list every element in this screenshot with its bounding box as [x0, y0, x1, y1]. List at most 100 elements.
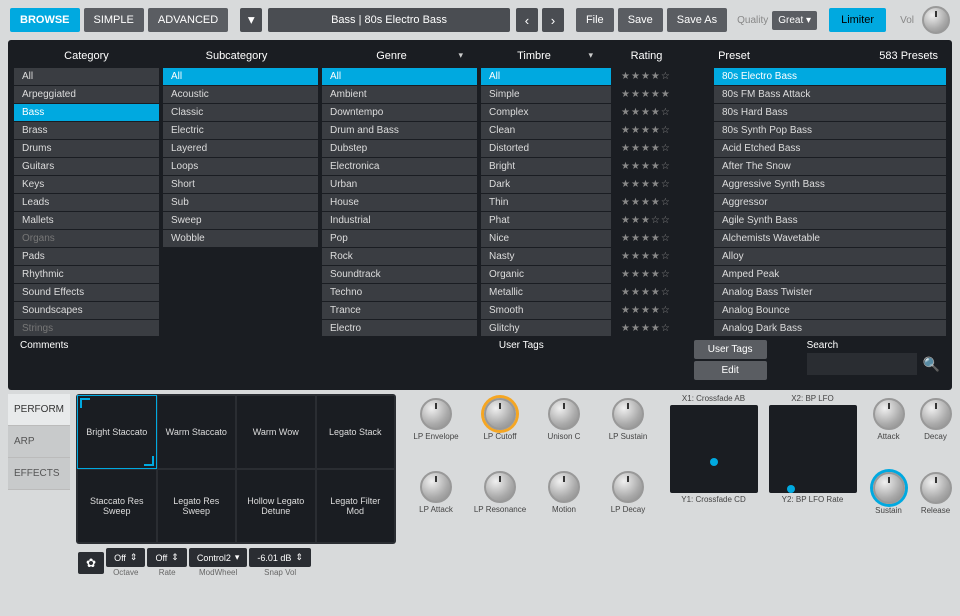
- list-item[interactable]: Thin: [481, 194, 611, 211]
- list-item[interactable]: Strings: [14, 320, 159, 336]
- list-item[interactable]: Soundtrack: [322, 266, 477, 283]
- list-item[interactable]: Organic: [481, 266, 611, 283]
- effects-tab[interactable]: EFFECTS: [8, 458, 70, 490]
- modwheel-select[interactable]: Control2 ▾: [189, 548, 248, 567]
- list-item[interactable]: Amped Peak: [714, 266, 946, 283]
- list-item[interactable]: Short: [163, 176, 318, 193]
- quality-select[interactable]: Great ▾: [772, 11, 817, 30]
- list-item[interactable]: Layered: [163, 140, 318, 157]
- list-item[interactable]: All: [322, 68, 477, 85]
- list-item[interactable]: Sound Effects: [14, 284, 159, 301]
- rating-row[interactable]: ★★★☆☆: [615, 212, 710, 229]
- macro-knob[interactable]: [484, 471, 516, 503]
- list-item[interactable]: Drums: [14, 140, 159, 157]
- subcategory-list[interactable]: AllAcousticClassicElectricLayeredLoopsSh…: [163, 68, 318, 336]
- list-item[interactable]: All: [481, 68, 611, 85]
- list-item[interactable]: Soundscapes: [14, 302, 159, 319]
- list-item[interactable]: Urban: [322, 176, 477, 193]
- list-item[interactable]: Classic: [163, 104, 318, 121]
- list-item[interactable]: Ambient: [322, 86, 477, 103]
- list-item[interactable]: Wobble: [163, 230, 318, 247]
- env-knob[interactable]: [920, 398, 952, 430]
- rating-row[interactable]: ★★★★☆: [615, 104, 710, 121]
- rating-row[interactable]: ★★★★★: [615, 86, 710, 103]
- perform-tab[interactable]: PERFORM: [8, 394, 70, 426]
- list-item[interactable]: Phat: [481, 212, 611, 229]
- genre-list[interactable]: AllAmbientDowntempoDrum and BassDubstepE…: [322, 68, 477, 336]
- performance-pad[interactable]: Legato Stack: [317, 396, 395, 468]
- performance-pad[interactable]: Legato Res Sweep: [158, 470, 236, 542]
- list-item[interactable]: Electronica: [322, 158, 477, 175]
- rating-row[interactable]: ★★★★☆: [615, 248, 710, 265]
- category-list[interactable]: AllArpeggiatedBassBrassDrumsGuitarsKeysL…: [14, 68, 159, 336]
- simple-tab[interactable]: SIMPLE: [84, 8, 144, 32]
- macro-knob[interactable]: [420, 471, 452, 503]
- env-knob[interactable]: [873, 472, 905, 504]
- rating-row[interactable]: ★★★★☆: [615, 140, 710, 157]
- rating-row[interactable]: ★★★★☆: [615, 176, 710, 193]
- advanced-tab[interactable]: ADVANCED: [148, 8, 228, 32]
- env-knob[interactable]: [920, 472, 952, 504]
- list-item[interactable]: Electro: [322, 320, 477, 336]
- list-item[interactable]: All: [14, 68, 159, 85]
- genre-header[interactable]: Genre: [314, 46, 469, 68]
- edit-button[interactable]: Edit: [694, 361, 767, 380]
- list-item[interactable]: Keys: [14, 176, 159, 193]
- performance-pad[interactable]: Hollow Legato Detune: [237, 470, 315, 542]
- rating-row[interactable]: ★★★★☆: [615, 68, 710, 85]
- browse-tab[interactable]: BROWSE: [10, 8, 80, 32]
- list-item[interactable]: 80s Hard Bass: [714, 104, 946, 121]
- list-item[interactable]: 80s Electro Bass: [714, 68, 946, 85]
- list-item[interactable]: Bass: [14, 104, 159, 121]
- list-item[interactable]: Downtempo: [322, 104, 477, 121]
- next-preset-button[interactable]: ›: [542, 8, 564, 32]
- octave-select[interactable]: Off ⇕: [106, 548, 145, 567]
- rating-row[interactable]: ★★★★☆: [615, 122, 710, 139]
- file-button[interactable]: File: [576, 8, 614, 32]
- macro-knob[interactable]: [484, 398, 516, 430]
- performance-pad[interactable]: Warm Wow: [237, 396, 315, 468]
- list-item[interactable]: Smooth: [481, 302, 611, 319]
- list-item[interactable]: Aggressive Synth Bass: [714, 176, 946, 193]
- rating-row[interactable]: ★★★★☆: [615, 302, 710, 319]
- rating-row[interactable]: ★★★★☆: [615, 194, 710, 211]
- timbre-list[interactable]: AllSimpleComplexCleanDistortedBrightDark…: [481, 68, 611, 336]
- list-item[interactable]: Metallic: [481, 284, 611, 301]
- list-item[interactable]: Trance: [322, 302, 477, 319]
- rating-row[interactable]: ★★★★☆: [615, 158, 710, 175]
- macro-knob[interactable]: [548, 471, 580, 503]
- list-item[interactable]: Sub: [163, 194, 318, 211]
- list-item[interactable]: Analog Bounce: [714, 302, 946, 319]
- list-item[interactable]: Complex: [481, 104, 611, 121]
- list-item[interactable]: Nasty: [481, 248, 611, 265]
- performance-pad[interactable]: Staccato Res Sweep: [78, 470, 156, 542]
- list-item[interactable]: Guitars: [14, 158, 159, 175]
- settings-gear-button[interactable]: ✿: [78, 552, 104, 574]
- list-item[interactable]: Techno: [322, 284, 477, 301]
- preset-menu-dropdown[interactable]: ▾: [240, 8, 262, 32]
- list-item[interactable]: Nice: [481, 230, 611, 247]
- rating-list[interactable]: ★★★★☆★★★★★★★★★☆★★★★☆★★★★☆★★★★☆★★★★☆★★★★☆…: [615, 68, 710, 336]
- list-item[interactable]: Alloy: [714, 248, 946, 265]
- list-item[interactable]: After The Snow: [714, 158, 946, 175]
- preset-list[interactable]: 80s Electro Bass80s FM Bass Attack80s Ha…: [714, 68, 946, 336]
- list-item[interactable]: Distorted: [481, 140, 611, 157]
- list-item[interactable]: Analog Dark Bass: [714, 320, 946, 336]
- list-item[interactable]: Pop: [322, 230, 477, 247]
- list-item[interactable]: Leads: [14, 194, 159, 211]
- list-item[interactable]: Loops: [163, 158, 318, 175]
- performance-pad[interactable]: Bright Staccato: [78, 396, 156, 468]
- save-as-button[interactable]: Save As: [667, 8, 727, 32]
- macro-knob[interactable]: [612, 471, 644, 503]
- list-item[interactable]: Arpeggiated: [14, 86, 159, 103]
- rating-row[interactable]: ★★★★☆: [615, 230, 710, 247]
- list-item[interactable]: Rhythmic: [14, 266, 159, 283]
- list-item[interactable]: Clean: [481, 122, 611, 139]
- timbre-header[interactable]: Timbre: [469, 46, 599, 68]
- list-item[interactable]: Agile Synth Bass: [714, 212, 946, 229]
- list-item[interactable]: Acid Etched Bass: [714, 140, 946, 157]
- list-item[interactable]: Analog Bass Twister: [714, 284, 946, 301]
- list-item[interactable]: Dubstep: [322, 140, 477, 157]
- xy-pad-1[interactable]: [670, 405, 758, 493]
- list-item[interactable]: Bright: [481, 158, 611, 175]
